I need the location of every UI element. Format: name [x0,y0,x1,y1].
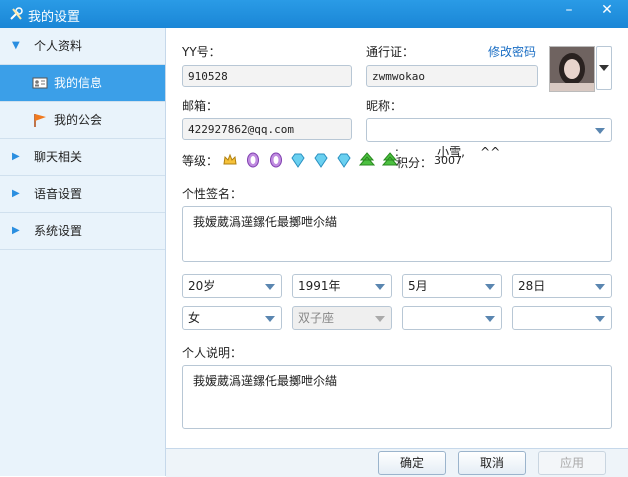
points-label: 积分： [396,156,433,170]
caret-down-icon [595,316,605,322]
diamond-icon [337,153,351,168]
caret-down-icon [265,316,275,322]
apply-button[interactable]: 应用 [538,451,606,475]
age-value: 20岁 [188,279,216,293]
gender-select[interactable]: 女 [182,306,282,330]
close-button[interactable]: ✕ [590,0,624,22]
caret-down-icon [595,284,605,290]
caret-down-icon [375,316,385,322]
caret-down-icon [265,284,275,290]
footer-bar: 确定 取消 应用 [166,448,628,477]
ok-button[interactable]: 确定 [378,451,446,475]
crown-icon [223,153,237,165]
passport-label: 通行证： [366,45,415,59]
age-select[interactable]: 20岁 [182,274,282,298]
tools-icon [10,7,23,20]
cancel-button[interactable]: 取消 [458,451,526,475]
zodiac-select: 双子座 [292,306,392,330]
description-label: 个人说明： [182,346,243,360]
sidebar-item-label: 我的信息 [54,76,103,90]
purple-medal-icon [269,152,282,168]
level-badges [222,152,401,168]
passport-field: zwmwokao [366,65,538,87]
chevron-right-icon: ▶ [12,151,20,162]
sidebar: ▼ 个人资料 我的信息 我的公会 ▶ 聊天相关 ▶ 语音设置 ▶ 系统设置 [0,28,166,476]
diamond-icon [314,153,328,168]
avatar-image [550,47,594,91]
caret-down-icon [595,128,605,134]
sidebar-group-voice[interactable]: ▶ 语音设置 [0,176,165,213]
year-select[interactable]: 1991年 [292,274,392,298]
sidebar-group-label: 个人资料 [34,39,83,53]
nickname-label: 昵称： [366,99,403,113]
diamond-icon [291,153,306,168]
sidebar-item-my-guild[interactable]: 我的公会 [0,102,165,139]
signature-label: 个性签名： [182,187,243,201]
caret-down-icon [485,316,495,322]
chevron-down-icon: ▼ [12,40,20,51]
year-value: 1991年 [298,279,341,293]
blank-select-2[interactable] [512,306,612,330]
sidebar-item-my-info[interactable]: 我的信息 [0,65,165,102]
email-field: 422927862@qq.com [182,118,352,140]
nickname-select[interactable]: : 小雪, ^^ [366,118,612,159]
chevron-right-icon: ▶ [12,225,20,236]
sidebar-group-personal-info[interactable]: ▼ 个人资料 [0,28,165,65]
title-bar: 我的设置 – ✕ [0,0,628,28]
yy-field: 910528 [182,65,352,87]
change-password-link[interactable]: 修改密码 [488,43,536,60]
minimize-button[interactable]: – [552,0,586,22]
avatar-menu-button[interactable] [596,46,612,90]
sidebar-group-label: 系统设置 [34,224,83,238]
day-value: 28日 [518,279,546,293]
signature-input[interactable]: 莪嫒葳潙遳鏍仛最擲呭尒緢 [182,206,612,262]
month-value: 5月 [408,279,428,293]
sidebar-item-label: 我的公会 [54,113,103,127]
caret-down-icon [599,65,609,71]
avatar[interactable] [549,46,595,92]
caret-down-icon [375,284,385,290]
month-select[interactable]: 5月 [402,274,502,298]
email-label: 邮箱： [182,99,219,113]
chevron-right-icon: ▶ [12,188,20,199]
caret-down-icon [485,284,495,290]
profile-panel: YY号： 910528 通行证： 修改密码 zwmwokao 邮箱： 42292… [166,28,628,448]
description-input[interactable]: 莪嫒葳潙遳鏍仛最擲呭尒緢 [182,365,612,429]
sidebar-group-system[interactable]: ▶ 系统设置 [0,213,165,250]
sidebar-group-label: 语音设置 [34,187,83,201]
blank-select-1[interactable] [402,306,502,330]
sidebar-group-label: 聊天相关 [34,150,83,164]
tree-icon [358,152,375,166]
sidebar-group-chat[interactable]: ▶ 聊天相关 [0,139,165,176]
level-label: 等级： [182,154,219,168]
window-title: 我的设置 [28,10,81,25]
purple-medal-icon [246,152,259,168]
yy-label: YY号： [182,45,221,59]
points-value: 3007 [434,154,462,167]
id-card-icon [32,77,48,89]
flag-icon [34,114,46,127]
zodiac-value: 双子座 [298,311,335,325]
gender-value: 女 [188,311,201,325]
day-select[interactable]: 28日 [512,274,612,298]
